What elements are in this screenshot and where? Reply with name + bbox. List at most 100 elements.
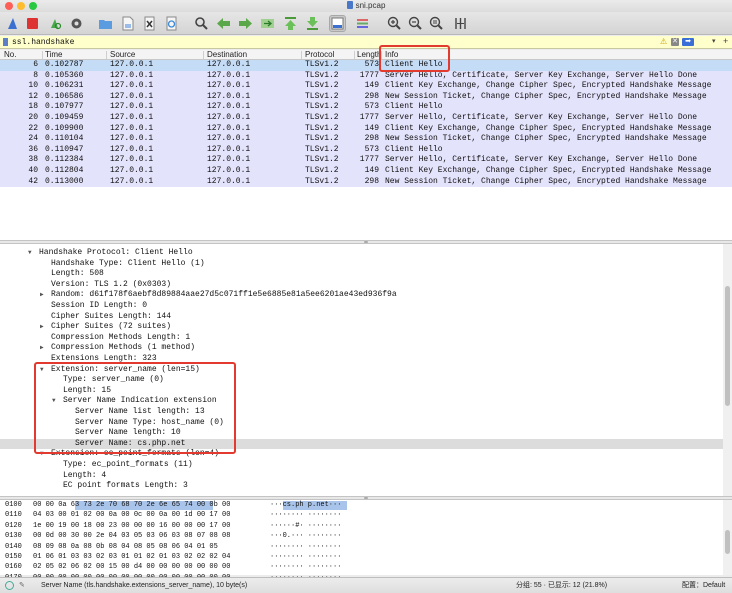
packet-row[interactable]: 10 0.106231 127.0.0.1 127.0.0.1 TLSv1.2 149 Cl… <box>0 81 732 92</box>
detail-tree-item[interactable]: ▶ Random: d61f178f6aebf8d89884aae27d5c071… <box>0 290 723 301</box>
detail-tree-item[interactable]: ▼ Handshake Protocol: Client Hello <box>0 248 723 259</box>
expand-down-icon[interactable]: ▼ <box>40 449 44 460</box>
packet-row[interactable]: 42 0.113000 127.0.0.1 127.0.0.1 TLSv1.2 298 Ne… <box>0 176 732 188</box>
detail-tree-item[interactable]: ▼ Extension: server_name (len=15) <box>0 365 723 376</box>
bytes-scrollbar[interactable] <box>723 500 732 575</box>
hex-dump-row[interactable]: 0130 00 0d 00 30 00 2e 04 03 05 03 06 03 … <box>0 531 723 541</box>
detail-tree-item[interactable]: Compression Methods Length: 1 <box>0 333 723 344</box>
status-packet-counts: 分组: 55 · 已显示: 12 (21.8%) <box>516 582 608 589</box>
last-packet-button[interactable] <box>304 15 321 32</box>
chevron-down-icon[interactable]: ▾ <box>712 37 716 45</box>
back-arrow-button[interactable] <box>215 15 232 32</box>
column-header-info[interactable]: Info <box>385 50 398 60</box>
hex-dump-row[interactable]: 0140 08 09 08 0a 08 0b 08 04 08 05 08 06 … <box>0 542 723 552</box>
packet-row[interactable]: 22 0.109900 127.0.0.1 127.0.0.1 TLSv1.2 149 Cl… <box>0 123 732 135</box>
packet-row[interactable]: 20 0.109459 127.0.0.1 127.0.0.1 TLSv1.2 1777 S… <box>0 113 732 124</box>
go-to-packet-button[interactable] <box>259 15 276 32</box>
display-filter-input[interactable] <box>12 36 652 48</box>
packet-bytes-pane[interactable]: 0100 00 00 0a 63 73 2e 70 68 70 2e 6e 65 … <box>0 500 723 582</box>
find-magnifier-button[interactable] <box>193 15 210 32</box>
open-folder-button[interactable] <box>97 15 114 32</box>
shark-fin-button[interactable] <box>4 15 21 32</box>
detail-tree-item[interactable]: ▼ Server Name Indication extension <box>0 396 723 407</box>
hex-ascii: ···0.··· ········ <box>270 532 342 541</box>
stop-button[interactable] <box>24 15 41 32</box>
hex-dump-row[interactable]: 0160 02 05 02 06 02 00 15 00 d4 00 00 00 … <box>0 562 723 572</box>
column-header-length[interactable]: Length <box>357 50 380 60</box>
add-filter-button-icon[interactable]: + <box>723 36 728 46</box>
colorize-button[interactable] <box>354 15 371 32</box>
detail-tree-item[interactable]: ▶ Compression Methods (1 method) <box>0 343 723 354</box>
hex-dump-row[interactable]: 0150 01 06 01 03 03 02 03 01 01 02 01 03 … <box>0 552 723 562</box>
details-scrollbar-thumb[interactable] <box>725 286 730 406</box>
detail-tree-item[interactable]: Length: 508 <box>0 269 723 280</box>
minimize-window-button[interactable] <box>17 2 25 10</box>
expand-right-icon[interactable]: ▶ <box>40 322 44 333</box>
detail-tree-item[interactable]: Length: 15 <box>0 386 723 397</box>
status-profile[interactable]: 配置：Default <box>682 578 725 593</box>
detail-tree-item[interactable]: Handshake Type: Client Hello (1) <box>0 259 723 270</box>
bookmark-icon[interactable] <box>3 38 8 46</box>
packet-row[interactable]: 18 0.107977 127.0.0.1 127.0.0.1 TLSv1.2 573 Cl… <box>0 102 732 113</box>
close-window-button[interactable] <box>5 2 13 10</box>
detail-tree-item[interactable]: Session ID Length: 0 <box>0 301 723 312</box>
reload-button[interactable] <box>163 15 180 32</box>
packet-list[interactable]: 6 0.102787 127.0.0.1 127.0.0.1 TLSv1.2 573 Cli… <box>0 60 732 240</box>
packet-row[interactable]: 8 0.105360 127.0.0.1 127.0.0.1 TLSv1.2 1777 Se… <box>0 70 732 82</box>
column-header-no[interactable]: No. <box>4 50 16 60</box>
packet-row[interactable]: 38 0.112384 127.0.0.1 127.0.0.1 TLSv1.2 1777 S… <box>0 155 732 166</box>
detail-tree-item[interactable]: EC point formats Length: 3 <box>0 481 723 492</box>
detail-tree-item[interactable]: Server Name list length: 13 <box>0 407 723 418</box>
hex-dump-row[interactable]: 0110 04 03 00 01 02 00 0a 00 0c 00 0a 00 … <box>0 510 723 520</box>
capture-status-icon[interactable] <box>5 581 14 590</box>
detail-tree-item[interactable]: Extensions Length: 323 <box>0 354 723 365</box>
detail-tree-item[interactable]: Version: TLS 1.2 (0x0303) <box>0 280 723 291</box>
zoom-in-button[interactable] <box>386 15 403 32</box>
column-header-time[interactable]: Time <box>45 50 62 60</box>
packet-cell-proto: TLSv1.2 <box>305 134 339 144</box>
detail-tree-item[interactable]: Type: server_name (0) <box>0 375 723 386</box>
packet-cell-src: 127.0.0.1 <box>110 91 154 101</box>
detail-tree-item[interactable]: Server Name: cs.php.net <box>0 438 723 450</box>
expand-down-icon[interactable]: ▼ <box>28 248 32 259</box>
options-gear-button[interactable] <box>68 15 85 32</box>
column-header-destination[interactable]: Destination <box>207 50 247 60</box>
detail-tree-item[interactable]: Cipher Suites Length: 144 <box>0 312 723 323</box>
restart-button[interactable] <box>46 15 63 32</box>
column-header-protocol[interactable]: Protocol <box>305 50 334 60</box>
column-header-source[interactable]: Source <box>110 50 135 60</box>
packet-row[interactable]: 12 0.106586 127.0.0.1 127.0.0.1 TLSv1.2 298 Ne… <box>0 91 732 103</box>
packet-details-tree[interactable]: ▼ Handshake Protocol: Client Hello Handsha… <box>0 244 723 496</box>
zoom-window-button[interactable] <box>29 2 37 10</box>
expand-right-icon[interactable]: ▶ <box>40 290 44 301</box>
zoom-out-button[interactable] <box>407 15 424 32</box>
first-packet-button[interactable] <box>282 15 299 32</box>
detail-tree-item[interactable]: Server Name length: 10 <box>0 428 723 439</box>
hex-dump-row[interactable]: 0120 1e 00 19 00 18 00 23 00 00 00 16 00 … <box>0 521 723 531</box>
forward-arrow-button[interactable] <box>237 15 254 32</box>
expand-down-icon[interactable]: ▼ <box>52 396 56 407</box>
expand-down-icon[interactable]: ▼ <box>40 365 44 376</box>
detail-tree-item[interactable]: Length: 4 <box>0 471 723 482</box>
details-scrollbar[interactable] <box>723 244 732 496</box>
hex-dump-row[interactable]: 0100 00 00 0a 63 73 2e 70 68 70 2e 6e 65 … <box>0 500 723 510</box>
packet-row[interactable]: 40 0.112804 127.0.0.1 127.0.0.1 TLSv1.2 149 Cl… <box>0 166 732 177</box>
expand-right-icon[interactable]: ▶ <box>40 343 44 354</box>
packet-row[interactable]: 6 0.102787 127.0.0.1 127.0.0.1 TLSv1.2 573 Cli… <box>0 60 732 71</box>
apply-filter-icon[interactable]: ➡ <box>682 38 694 46</box>
detail-tree-item[interactable]: Server Name Type: host_name (0) <box>0 418 723 429</box>
detail-tree-label: Compression Methods Length: 1 <box>51 332 191 342</box>
bytes-scrollbar-thumb[interactable] <box>725 530 730 554</box>
detail-tree-item[interactable]: ▼ Extension: ec_point_formats (len=4) <box>0 449 723 460</box>
save-file-button[interactable] <box>119 15 136 32</box>
packet-row[interactable]: 36 0.110947 127.0.0.1 127.0.0.1 TLSv1.2 573 Cl… <box>0 144 732 156</box>
detail-tree-item[interactable]: Type: ec_point_formats (11) <box>0 460 723 471</box>
packet-row[interactable]: 24 0.110104 127.0.0.1 127.0.0.1 TLSv1.2 298 Ne… <box>0 134 732 145</box>
detail-tree-item[interactable]: ▶ Cipher Suites (72 suites) <box>0 322 723 333</box>
zoom-normal-button[interactable] <box>428 15 445 32</box>
autoscroll-button[interactable] <box>329 15 346 32</box>
clear-filter-icon[interactable]: ✕ <box>671 38 679 46</box>
resize-columns-button[interactable] <box>452 15 469 32</box>
edit-comment-icon[interactable]: ✎ <box>19 578 25 593</box>
close-file-button[interactable] <box>141 15 158 32</box>
